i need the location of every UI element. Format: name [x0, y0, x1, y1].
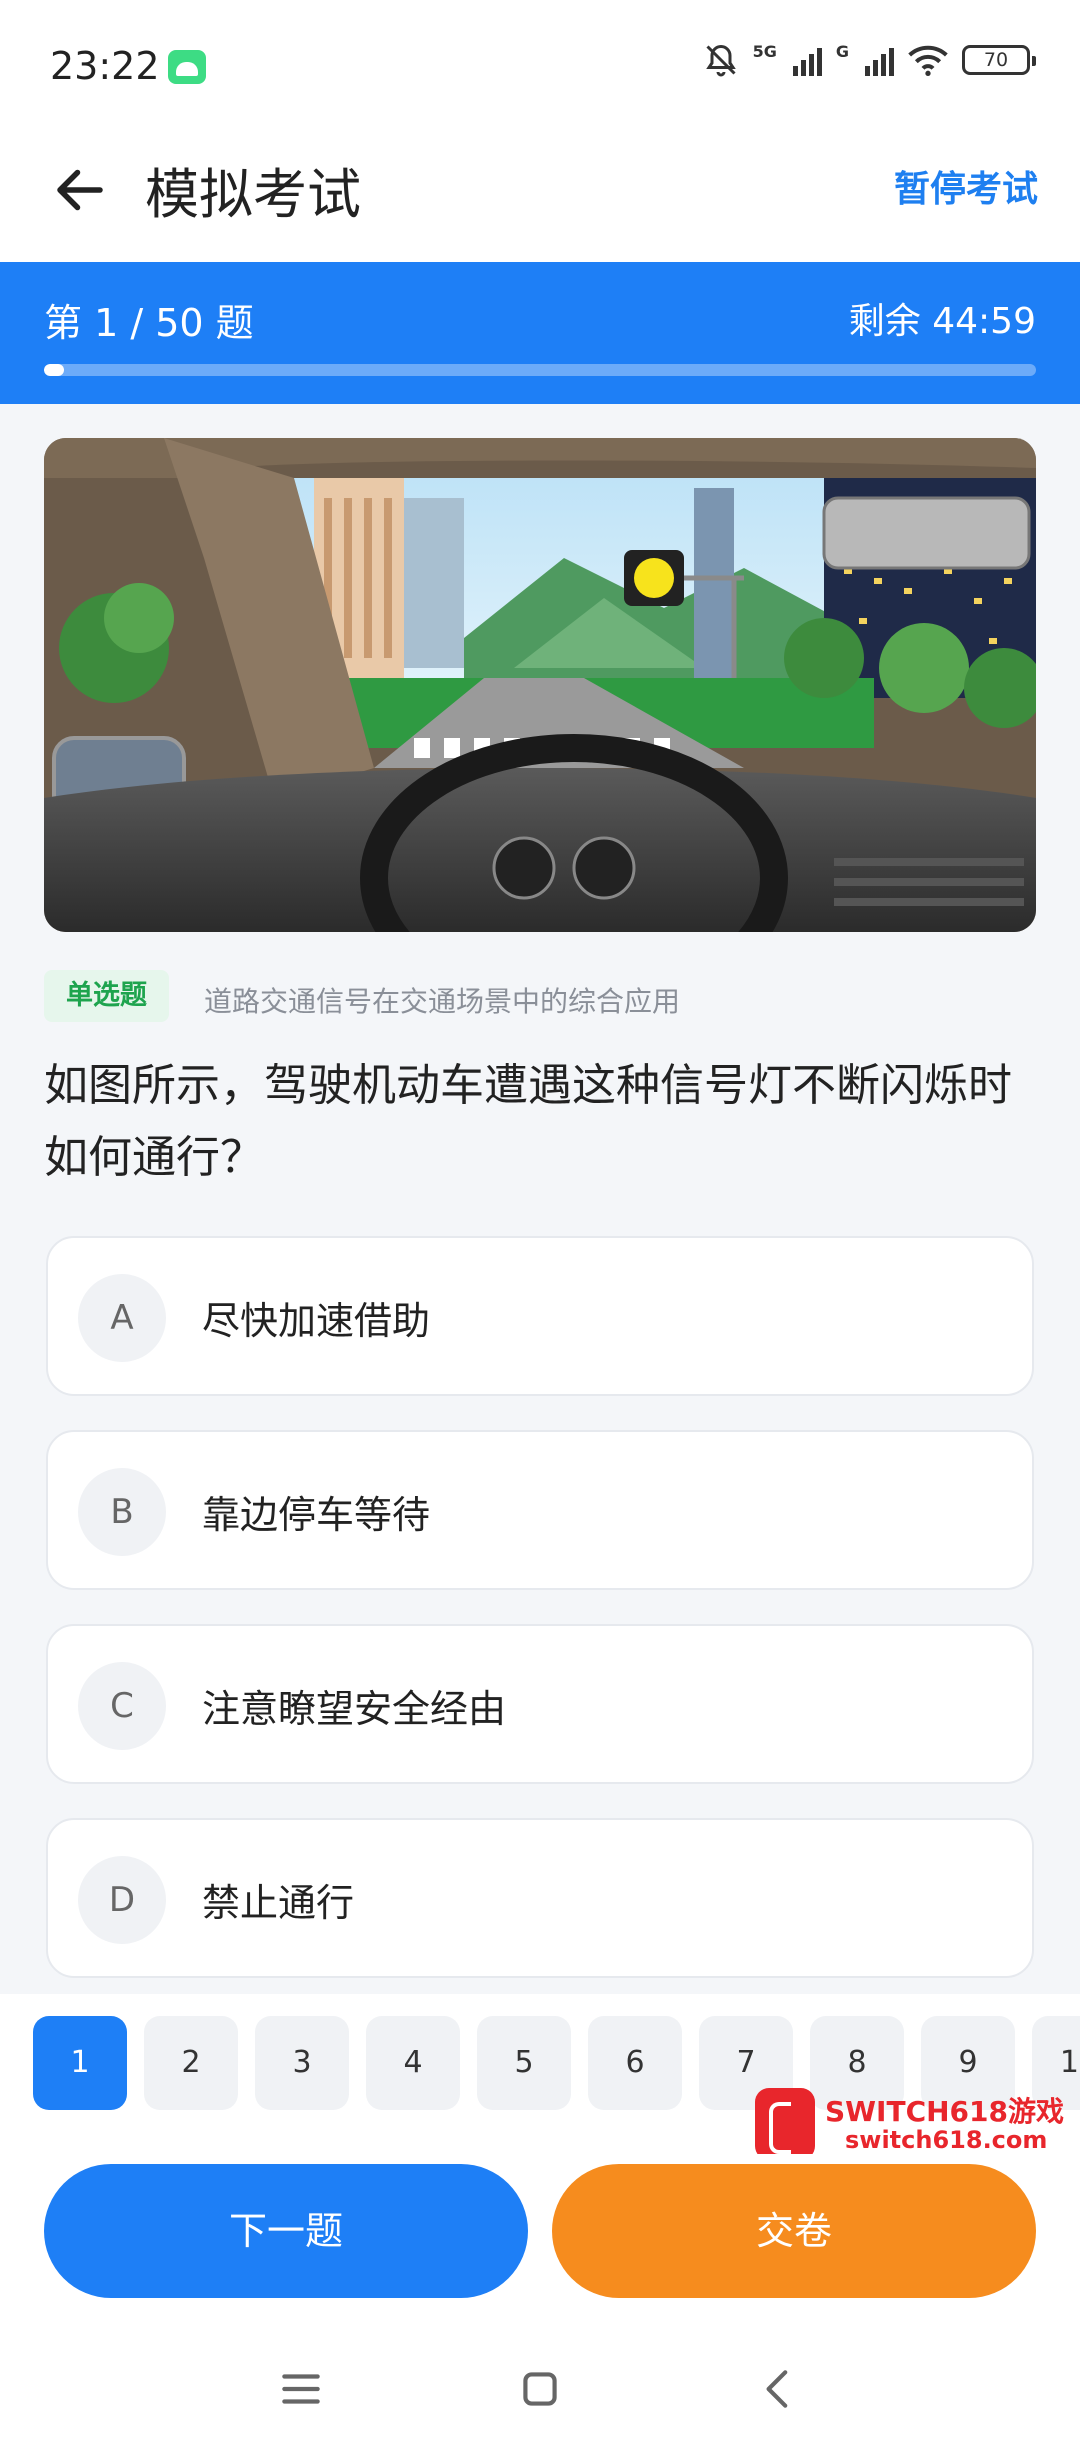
option-text: 禁止通行	[202, 1881, 355, 1925]
menu-icon[interactable]	[276, 2364, 326, 2414]
option-text: 尽快加速借助	[202, 1299, 431, 1343]
question-number-6[interactable]: 6	[588, 2016, 682, 2110]
app-bar: 模拟考试 暂停考试	[0, 130, 1080, 262]
option-text: 注意瞭望安全经由	[202, 1687, 507, 1731]
question-number-1[interactable]: 1	[33, 2016, 127, 2110]
home-icon[interactable]	[515, 2364, 565, 2414]
status-time: 23:22	[50, 44, 160, 88]
submit-exam-button[interactable]: 交卷	[552, 2164, 1036, 2298]
remaining-timer: 剩余 44:59	[848, 301, 1036, 342]
question-counter: 第 1 / 50 题	[44, 301, 254, 345]
watermark-title: SWITCH618游戏	[825, 2095, 1064, 2128]
option-letter: B	[78, 1468, 166, 1556]
next-question-button[interactable]: 下一题	[44, 2164, 528, 2298]
progress-bar-fill	[44, 364, 64, 376]
option-d[interactable]: D 禁止通行	[46, 1818, 1034, 1978]
option-letter: C	[78, 1662, 166, 1750]
status-bar: 23:22 5G G 70	[0, 0, 1080, 130]
option-c[interactable]: C 注意瞭望安全经由	[46, 1624, 1034, 1784]
option-letter: D	[78, 1856, 166, 1944]
option-text: 靠边停车等待	[202, 1493, 431, 1537]
page-title: 模拟考试	[145, 163, 361, 226]
progress-bar	[44, 364, 1036, 376]
option-b[interactable]: B 靠边停车等待	[46, 1430, 1034, 1590]
question-number-3[interactable]: 3	[255, 2016, 349, 2110]
signal-icon	[865, 44, 894, 76]
question-number-2[interactable]: 2	[144, 2016, 238, 2110]
question-number-4[interactable]: 4	[366, 2016, 460, 2110]
wifi-icon	[908, 45, 948, 76]
question-number-5[interactable]: 5	[477, 2016, 571, 2110]
android-icon	[168, 50, 206, 84]
mute-bell-icon	[705, 44, 736, 77]
option-letter: A	[78, 1274, 166, 1362]
watermark: SWITCH618游戏 switch618.com	[755, 2088, 1065, 2160]
question-illustration	[44, 438, 1036, 932]
question-type-badge: 单选题	[44, 970, 169, 1022]
signal-icon	[792, 44, 822, 76]
battery-icon: 70	[962, 45, 1036, 75]
arrow-left-icon[interactable]	[50, 160, 110, 220]
question-text: 如图所示，驾驶机动车遭遇这种信号灯不断闪烁时如何通行？	[44, 1060, 1012, 1183]
network-type-g: G	[835, 42, 849, 61]
question-topic: 道路交通信号在交通场景中的综合应用	[204, 985, 681, 1018]
option-a[interactable]: A 尽快加速借助	[46, 1236, 1034, 1396]
system-nav-bar	[0, 2316, 1080, 2460]
progress-header: 第 1 / 50 题 剩余 44:59	[0, 262, 1080, 404]
pause-exam-button[interactable]: 暂停考试	[894, 160, 1038, 212]
status-icons: 5G G 70	[703, 42, 1036, 78]
back-icon[interactable]	[754, 2364, 804, 2414]
switch-logo-icon	[755, 2088, 815, 2160]
bottom-actions: 下一题 交卷	[0, 2154, 1080, 2316]
watermark-url: switch618.com	[845, 2126, 1048, 2154]
network-type-5g: 5G	[752, 42, 777, 61]
